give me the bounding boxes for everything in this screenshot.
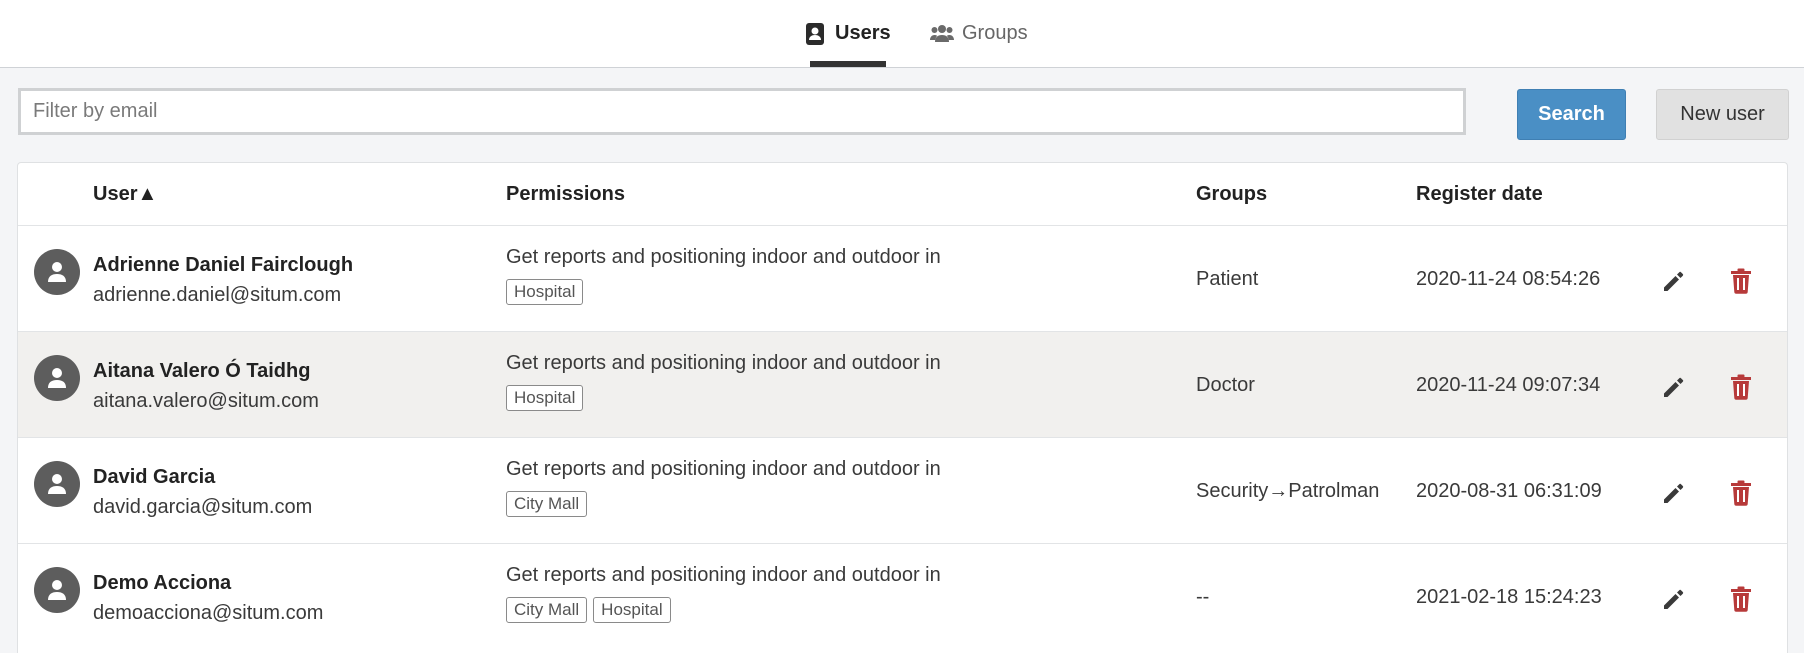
user-name: Aitana Valero Ó Taidhg xyxy=(93,360,311,382)
avatar xyxy=(34,461,80,507)
user-email: demoacciona@situm.com xyxy=(93,602,324,624)
pencil-icon[interactable] xyxy=(1661,374,1687,400)
avatar xyxy=(34,567,80,613)
pencil-icon[interactable] xyxy=(1661,268,1687,294)
register-date: 2020-11-24 09:07:34 xyxy=(1416,374,1601,396)
building-tag: City Mall xyxy=(506,491,588,517)
table-header: User▲ Permissions Groups Register date xyxy=(18,163,1787,226)
user-email: aitana.valero@situm.com xyxy=(93,390,319,412)
permission-text: Get reports and positioning indoor and o… xyxy=(506,352,941,374)
trash-icon[interactable] xyxy=(1730,586,1752,612)
user-email: adrienne.daniel@situm.com xyxy=(93,284,342,306)
user-name: Adrienne Daniel Fairclough xyxy=(93,254,354,276)
active-tab-indicator xyxy=(810,61,886,67)
register-date: 2020-11-24 08:54:26 xyxy=(1416,268,1601,290)
table-row: Demo Acciona demoacciona@situm.com Get r… xyxy=(18,544,1787,649)
pencil-icon[interactable] xyxy=(1661,586,1687,612)
avatar xyxy=(34,249,80,295)
user-group: Patient xyxy=(1196,268,1259,290)
permission-text: Get reports and positioning indoor and o… xyxy=(506,564,941,586)
table-row: David Garcia david.garcia@situm.com Get … xyxy=(18,438,1787,544)
column-header-register-date: Register date xyxy=(1416,183,1543,205)
user-icon xyxy=(48,474,66,494)
permission-tags: City Mall xyxy=(506,491,588,517)
user-icon xyxy=(48,262,66,282)
trash-icon[interactable] xyxy=(1730,374,1752,400)
toolbar: Search New user xyxy=(18,88,1789,141)
trash-icon[interactable] xyxy=(1730,480,1752,506)
user-group: Security→Patrolman xyxy=(1196,480,1380,502)
column-header-user[interactable]: User▲ xyxy=(93,183,157,206)
user-icon xyxy=(48,368,66,388)
pencil-icon[interactable] xyxy=(1661,480,1687,506)
user-name: David Garcia xyxy=(93,466,216,488)
building-tag: Hospital xyxy=(506,385,584,411)
avatar xyxy=(34,355,80,401)
user-group: Doctor xyxy=(1196,374,1255,396)
permission-tags: City Mall Hospital xyxy=(506,597,671,623)
users-table: User▲ Permissions Groups Register date A… xyxy=(17,162,1788,653)
search-button[interactable]: Search xyxy=(1517,89,1626,140)
register-date: 2021-02-18 15:24:23 xyxy=(1416,586,1602,608)
user-email: david.garcia@situm.com xyxy=(93,496,313,518)
contact-card-icon xyxy=(805,22,827,45)
building-tag: Hospital xyxy=(506,279,584,305)
tab-groups[interactable]: Groups xyxy=(930,0,1028,67)
permission-text: Get reports and positioning indoor and o… xyxy=(506,458,941,480)
tab-bar: Users Groups xyxy=(0,0,1804,68)
permission-tags: Hospital xyxy=(506,385,584,411)
building-tag: City Mall xyxy=(506,597,588,623)
user-group: -- xyxy=(1196,586,1210,608)
register-date: 2020-08-31 06:31:09 xyxy=(1416,480,1602,502)
users-icon xyxy=(930,23,954,45)
tab-users[interactable]: Users xyxy=(805,0,891,67)
column-header-permissions: Permissions xyxy=(506,183,625,205)
user-name: Demo Acciona xyxy=(93,572,232,594)
trash-icon[interactable] xyxy=(1730,268,1752,294)
table-row: Adrienne Daniel Fairclough adrienne.dani… xyxy=(18,226,1787,332)
permission-text: Get reports and positioning indoor and o… xyxy=(506,246,941,268)
column-header-groups: Groups xyxy=(1196,183,1268,205)
building-tag: Hospital xyxy=(593,597,671,623)
tab-groups-label: Groups xyxy=(962,22,1028,44)
new-user-button[interactable]: New user xyxy=(1656,89,1789,140)
tab-users-label: Users xyxy=(835,22,891,44)
email-filter-input[interactable] xyxy=(18,88,1466,135)
table-row: Aitana Valero Ó Taidhg aitana.valero@sit… xyxy=(18,332,1787,438)
permission-tags: Hospital xyxy=(506,279,584,305)
user-icon xyxy=(48,580,66,600)
